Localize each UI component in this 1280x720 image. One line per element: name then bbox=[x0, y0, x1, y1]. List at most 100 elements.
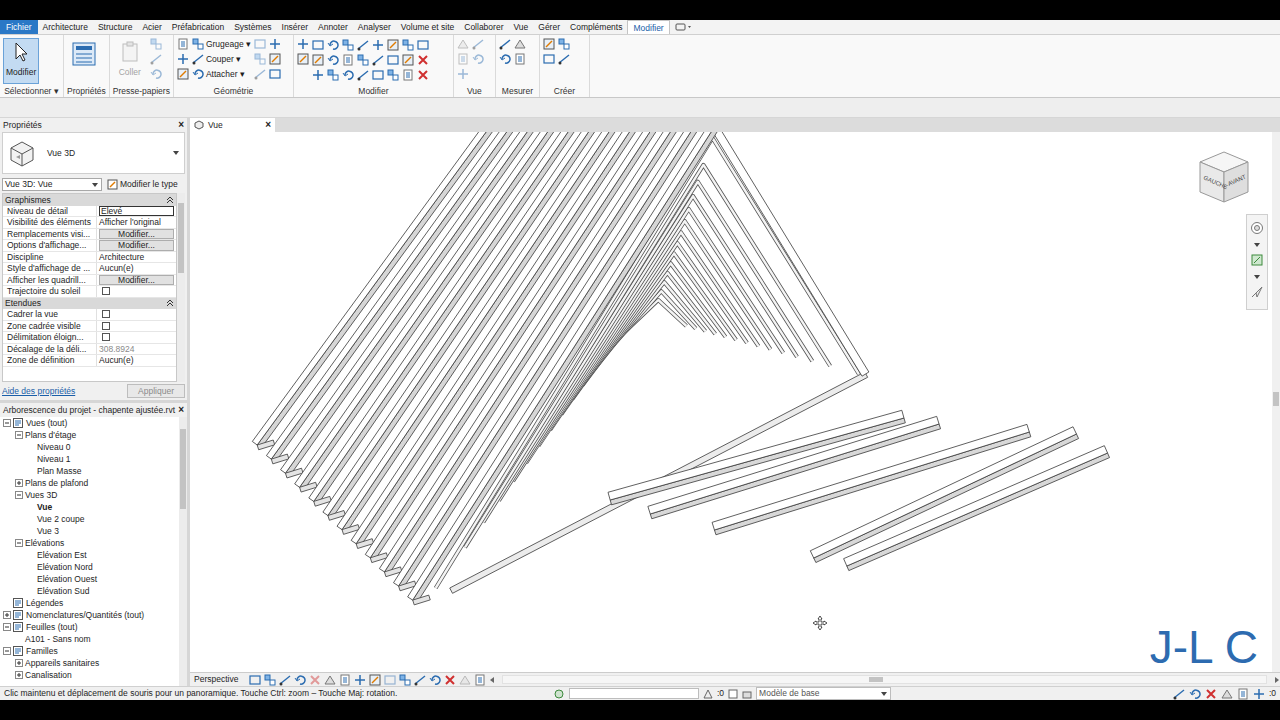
ribbon-tab[interactable]: Acier bbox=[137, 20, 166, 34]
tree-item-label[interactable]: Nomenclatures/Quantités (tout) bbox=[26, 610, 144, 620]
selection-icon[interactable] bbox=[703, 689, 713, 699]
tool-icon[interactable] bbox=[177, 68, 189, 80]
tree-item[interactable]: Feuilles (tout) bbox=[0, 621, 179, 633]
tree-item[interactable]: Elévation Est bbox=[0, 549, 179, 561]
ribbon-button-label[interactable]: Coller bbox=[119, 67, 141, 77]
help-link[interactable]: Aide des propriétés bbox=[2, 386, 75, 396]
browser-scrollbar[interactable] bbox=[179, 417, 187, 686]
property-group[interactable]: Graphismes bbox=[3, 194, 176, 206]
tool-icon[interactable] bbox=[150, 38, 162, 50]
tree-item[interactable]: Niveau 0 bbox=[0, 441, 179, 453]
view-tab[interactable]: Vue× bbox=[190, 118, 275, 132]
tool-icon[interactable] bbox=[402, 53, 415, 66]
tool-icon[interactable] bbox=[294, 674, 306, 686]
tree-item-selection[interactable]: Niveau 1 bbox=[37, 454, 71, 464]
tool-icon[interactable] bbox=[387, 68, 400, 81]
tool-icon[interactable] bbox=[192, 53, 204, 65]
tool-icon[interactable] bbox=[457, 53, 469, 65]
view-cube[interactable]: GAUCHEAVANT bbox=[1194, 148, 1254, 206]
tree-item[interactable]: Niveau 1 bbox=[0, 453, 179, 465]
tree-item[interactable]: Vues 3D bbox=[0, 489, 179, 501]
cube-face-label[interactable]: AVANT bbox=[1227, 174, 1247, 187]
ribbon-tab[interactable]: Volume et site bbox=[396, 20, 459, 34]
tool-icon[interactable] bbox=[372, 68, 385, 81]
instance-filter-value[interactable]: Vue 3D: Vue bbox=[5, 179, 53, 189]
tree-item-label[interactable]: Elévation Ouest bbox=[37, 574, 97, 584]
tool-icon[interactable] bbox=[150, 53, 162, 65]
tool-icon[interactable] bbox=[264, 674, 276, 686]
tool-icon[interactable] bbox=[342, 68, 355, 81]
tool-icon[interactable] bbox=[457, 38, 469, 50]
file-menu-label[interactable]: Fichier bbox=[6, 22, 32, 32]
tool-icon[interactable] bbox=[417, 53, 430, 66]
tool-icon[interactable] bbox=[10, 41, 32, 63]
tool-icon[interactable] bbox=[269, 53, 281, 65]
dropdown-arrow-icon[interactable] bbox=[1253, 241, 1261, 247]
tree-item-selection[interactable]: Vues 3D bbox=[25, 490, 57, 500]
tool-icon[interactable] bbox=[342, 38, 355, 51]
ribbon-tab-label[interactable]: Préfabrication bbox=[172, 22, 224, 32]
close-button[interactable]: × bbox=[178, 118, 184, 132]
tool-icon[interactable] bbox=[327, 68, 340, 81]
tool-icon[interactable] bbox=[384, 674, 396, 686]
tool-icon[interactable] bbox=[399, 674, 411, 686]
tree-item[interactable]: Elévation Nord bbox=[0, 561, 179, 573]
ribbon-tab-label[interactable]: Compléments bbox=[570, 22, 622, 32]
view-tab-label[interactable]: Vue bbox=[208, 120, 261, 130]
scroll-thumb[interactable] bbox=[869, 677, 883, 682]
tree-item-selection[interactable]: Elévation Ouest bbox=[37, 574, 97, 584]
tree-item[interactable]: Elévations bbox=[0, 537, 179, 549]
tree-item-selection[interactable]: Vues (tout) bbox=[26, 418, 67, 428]
tool-icon[interactable] bbox=[558, 53, 570, 65]
ribbon-tab[interactable]: Analyser bbox=[353, 20, 396, 34]
tree-item-label[interactable]: Vue bbox=[37, 502, 52, 512]
expand-toggle-icon[interactable] bbox=[15, 431, 23, 439]
tool-icon[interactable] bbox=[417, 38, 430, 51]
tool-icon[interactable] bbox=[499, 38, 511, 50]
tree-item-label[interactable]: A101 - Sans nom bbox=[25, 634, 91, 644]
expand-toggle-icon[interactable] bbox=[3, 647, 11, 655]
editing-icon[interactable] bbox=[742, 689, 752, 699]
tree-item-selection[interactable]: A101 - Sans nom bbox=[25, 634, 91, 644]
expand-toggle-icon[interactable] bbox=[15, 659, 23, 667]
tree-item[interactable]: Vue 2 coupe bbox=[0, 513, 179, 525]
tool-icon[interactable] bbox=[429, 674, 441, 686]
tool-icon[interactable] bbox=[192, 68, 204, 80]
projection-mode[interactable]: Perspective bbox=[194, 674, 238, 684]
tool-icon[interactable] bbox=[543, 38, 555, 50]
tree-item[interactable]: Canalisation bbox=[0, 669, 179, 681]
property-checkbox[interactable] bbox=[102, 287, 110, 295]
tree-item[interactable]: Elévation Ouest bbox=[0, 573, 179, 585]
ribbon-tab-label[interactable]: Modifier bbox=[633, 23, 663, 33]
tool-icon[interactable] bbox=[1253, 688, 1265, 700]
tree-item-label[interactable]: Elévation Nord bbox=[37, 562, 93, 572]
tool-icon[interactable] bbox=[354, 674, 366, 686]
expand-toggle-icon[interactable] bbox=[3, 611, 11, 619]
dropdown-arrow-icon[interactable] bbox=[91, 181, 99, 189]
property-value[interactable]: Aucun(e) bbox=[99, 263, 134, 274]
property-input[interactable]: Elevé bbox=[99, 206, 174, 217]
tree-item[interactable]: Elévation Sud bbox=[0, 585, 179, 597]
property-value[interactable]: Aucun(e) bbox=[99, 355, 134, 366]
tool-icon[interactable] bbox=[297, 38, 309, 50]
vertical-scrollbar[interactable] bbox=[1272, 132, 1280, 672]
tree-item[interactable]: Appareils sanitaires bbox=[0, 657, 179, 669]
property-group[interactable]: Etendues bbox=[3, 298, 176, 310]
ribbon-small-button[interactable]: Attacher ▾ bbox=[192, 68, 251, 80]
tool-icon[interactable] bbox=[249, 674, 261, 686]
tool-icon[interactable] bbox=[414, 674, 426, 686]
dropdown-arrow-icon[interactable] bbox=[1253, 273, 1261, 279]
tool-icon[interactable] bbox=[327, 38, 340, 51]
tree-item-label[interactable]: Vue 2 coupe bbox=[37, 514, 84, 524]
expand-toggle-icon[interactable] bbox=[3, 623, 11, 631]
tree-item-label[interactable]: Légendes bbox=[26, 598, 63, 608]
ribbon-tab-label[interactable]: Structure bbox=[98, 22, 133, 32]
tool-icon[interactable] bbox=[357, 53, 370, 66]
ribbon-tab-label[interactable]: Volume et site bbox=[401, 22, 454, 32]
workset-select[interactable] bbox=[569, 688, 699, 699]
ribbon-tab-label[interactable]: Analyser bbox=[358, 22, 391, 32]
property-value[interactable]: Architecture bbox=[99, 252, 144, 263]
tool-icon[interactable] bbox=[297, 53, 309, 65]
tree-item-label[interactable]: Elévation Sud bbox=[37, 586, 89, 596]
property-checkbox[interactable] bbox=[102, 310, 110, 318]
